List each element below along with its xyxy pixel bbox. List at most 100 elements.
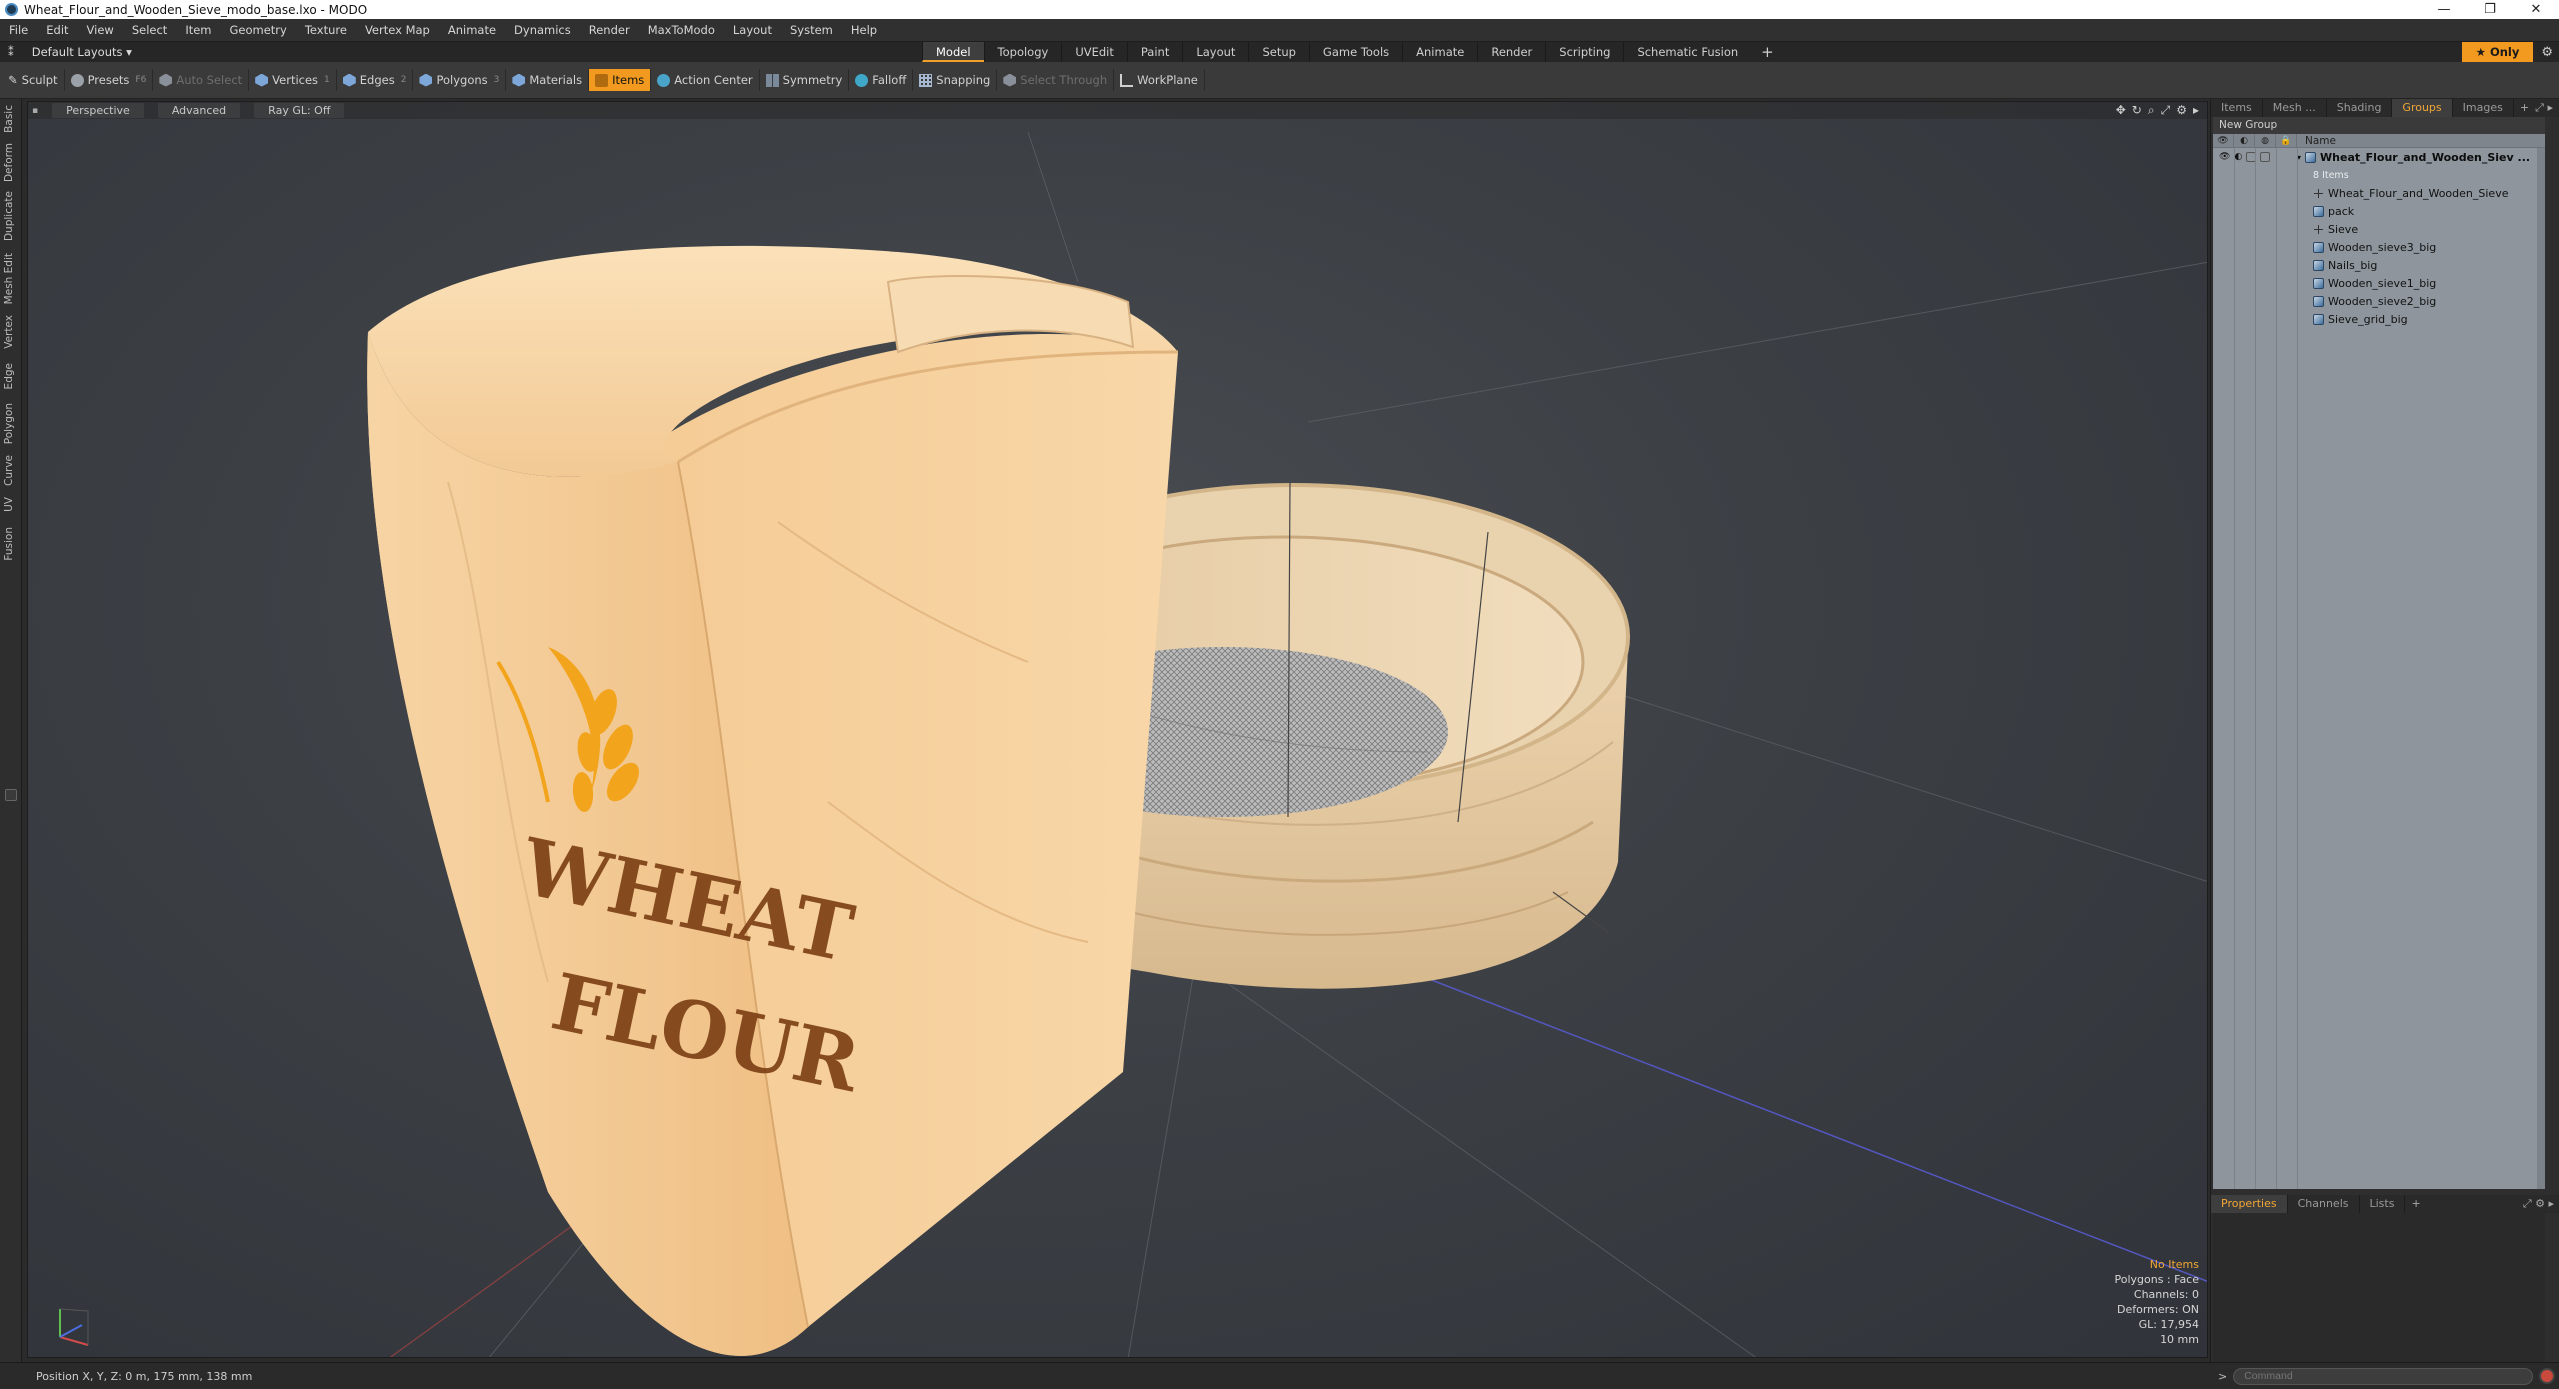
tab-setup[interactable]: Setup: [1248, 42, 1308, 62]
vtab-fusion[interactable]: Fusion: [3, 527, 15, 561]
tab-render[interactable]: Render: [1477, 42, 1545, 62]
menu-render[interactable]: Render: [580, 23, 639, 37]
vtab-deform[interactable]: Deform: [3, 143, 15, 182]
menu-animate[interactable]: Animate: [439, 23, 505, 37]
props-expand-icon[interactable]: ⤢ ⚙ ▸: [2523, 1195, 2559, 1213]
falloff-button[interactable]: Falloff: [849, 69, 914, 91]
vtab-basic[interactable]: Basic: [3, 105, 15, 133]
viewport-settings-icon[interactable]: ⚙: [2176, 103, 2187, 118]
select-column-icon[interactable]: 🔒: [2276, 134, 2297, 147]
restore-button[interactable]: ❐: [2467, 0, 2513, 19]
menu-file[interactable]: File: [0, 23, 37, 37]
tab-model[interactable]: Model: [922, 42, 984, 62]
panel-collapse-handle[interactable]: [5, 789, 17, 801]
list-item[interactable]: Wooden_sieve2_big: [2213, 292, 2545, 310]
only-button[interactable]: ★ Only: [2461, 42, 2534, 62]
tab-game-tools[interactable]: Game Tools: [1308, 42, 1402, 62]
list-item[interactable]: pack: [2213, 202, 2545, 220]
lock-column-icon[interactable]: ◍: [2255, 134, 2276, 147]
raygl-toggle[interactable]: Ray GL: Off: [254, 103, 345, 118]
polygons-button[interactable]: Polygons 3: [413, 69, 507, 91]
items-button[interactable]: Items: [589, 69, 652, 91]
menu-item[interactable]: Item: [176, 23, 220, 37]
groups-scrollbar[interactable]: [2537, 148, 2545, 1189]
rotate-icon[interactable]: ↻: [2132, 103, 2142, 118]
list-item[interactable]: Nails_big: [2213, 256, 2545, 274]
close-button[interactable]: ✕: [2513, 0, 2559, 19]
tab-shading[interactable]: Shading: [2327, 99, 2393, 117]
fit-icon[interactable]: ⤢: [2161, 103, 2171, 118]
render-toggle-icon[interactable]: ◐: [2234, 152, 2242, 162]
group-row-root[interactable]: 👁 ◐ ▾ Wheat_Flour_and_Wooden_Siev ...: [2213, 148, 2545, 166]
tab-scripting[interactable]: Scripting: [1545, 42, 1623, 62]
auto-select-button[interactable]: Auto Select: [153, 69, 250, 91]
menu-vertex-map[interactable]: Vertex Map: [356, 23, 439, 37]
add-props-tab-icon[interactable]: +: [2405, 1195, 2426, 1213]
tab-mesh[interactable]: Mesh ...: [2263, 99, 2327, 117]
list-item[interactable]: Wheat_Flour_and_Wooden_Sieve: [2213, 184, 2545, 202]
pan-icon[interactable]: ✥: [2116, 103, 2126, 118]
viewport-grip-icon[interactable]: ▪: [32, 106, 38, 116]
vtab-edge[interactable]: Edge: [3, 363, 15, 389]
menu-texture[interactable]: Texture: [296, 23, 356, 37]
vtab-vertex[interactable]: Vertex: [3, 315, 15, 349]
tab-images[interactable]: Images: [2453, 99, 2514, 117]
add-tab-icon[interactable]: +: [1751, 42, 1784, 62]
menu-geometry[interactable]: Geometry: [221, 23, 296, 37]
tab-channels[interactable]: Channels: [2288, 1195, 2360, 1213]
menu-view[interactable]: View: [78, 23, 123, 37]
minimize-button[interactable]: —: [2421, 0, 2467, 19]
vertices-button[interactable]: Vertices 1: [249, 69, 337, 91]
settings-gear-icon[interactable]: ⚙: [2541, 45, 2553, 60]
shading-dropdown[interactable]: Advanced: [157, 103, 241, 118]
vtab-mesh-edit[interactable]: Mesh Edit: [3, 253, 15, 304]
tab-topology[interactable]: Topology: [983, 42, 1062, 62]
vtab-uv[interactable]: UV: [3, 497, 15, 512]
menu-system[interactable]: System: [781, 23, 842, 37]
tab-layout[interactable]: Layout: [1182, 42, 1248, 62]
tab-schematic-fusion[interactable]: Schematic Fusion: [1623, 42, 1751, 62]
edges-button[interactable]: Edges 2: [337, 69, 414, 91]
menu-edit[interactable]: Edit: [37, 23, 77, 37]
menu-help[interactable]: Help: [842, 23, 886, 37]
render-column-icon[interactable]: ◐: [2234, 134, 2255, 147]
tab-animate[interactable]: Animate: [1402, 42, 1477, 62]
command-input[interactable]: [2233, 1367, 2534, 1385]
view-mode-dropdown[interactable]: Perspective: [52, 103, 144, 118]
tab-groups[interactable]: Groups: [2392, 99, 2453, 117]
workplane-button[interactable]: WorkPlane: [1114, 69, 1205, 91]
vtab-polygon[interactable]: Polygon: [3, 403, 15, 444]
menu-select[interactable]: Select: [123, 23, 176, 37]
symmetry-button[interactable]: Symmetry: [760, 69, 850, 91]
select-toggle[interactable]: [2260, 152, 2271, 162]
tab-items[interactable]: Items: [2211, 99, 2263, 117]
new-group-button[interactable]: New Group: [2213, 117, 2545, 134]
select-through-button[interactable]: Select Through: [997, 69, 1115, 91]
tab-properties[interactable]: Properties: [2211, 1195, 2288, 1213]
tab-lists[interactable]: Lists: [2360, 1195, 2406, 1213]
materials-button[interactable]: Materials: [506, 69, 590, 91]
command-history-button[interactable]: [2539, 1368, 2556, 1384]
snapping-button[interactable]: Snapping: [913, 69, 998, 91]
visibility-eye-icon[interactable]: 👁: [2219, 152, 2230, 162]
vtab-duplicate[interactable]: Duplicate: [3, 191, 15, 241]
visibility-column-icon[interactable]: 👁: [2213, 134, 2234, 147]
action-center-button[interactable]: Action Center: [651, 69, 760, 91]
tab-paint[interactable]: Paint: [1126, 42, 1182, 62]
menu-layout[interactable]: Layout: [724, 23, 781, 37]
list-item[interactable]: Wooden_sieve1_big: [2213, 274, 2545, 292]
menu-dynamics[interactable]: Dynamics: [505, 23, 580, 37]
zoom-icon[interactable]: ⌕: [2148, 103, 2155, 118]
list-item[interactable]: Sieve: [2213, 220, 2545, 238]
presets-button[interactable]: Presets F6: [65, 69, 154, 91]
viewport-expand-icon[interactable]: ▸: [2193, 103, 2199, 118]
add-panel-tab-icon[interactable]: +: [2514, 99, 2535, 117]
sculpt-button[interactable]: ✎ Sculpt: [0, 69, 65, 91]
list-item[interactable]: Sieve_grid_big: [2213, 310, 2545, 328]
layout-selector[interactable]: ⁑ Default Layouts ▾: [8, 45, 132, 59]
vtab-curve[interactable]: Curve: [3, 455, 15, 486]
panel-expand-icon[interactable]: ⤢ ▸: [2535, 99, 2559, 117]
tab-uvedit[interactable]: UVEdit: [1061, 42, 1127, 62]
menu-maxtomodo[interactable]: MaxToModo: [639, 23, 724, 37]
list-item[interactable]: Wooden_sieve3_big: [2213, 238, 2545, 256]
